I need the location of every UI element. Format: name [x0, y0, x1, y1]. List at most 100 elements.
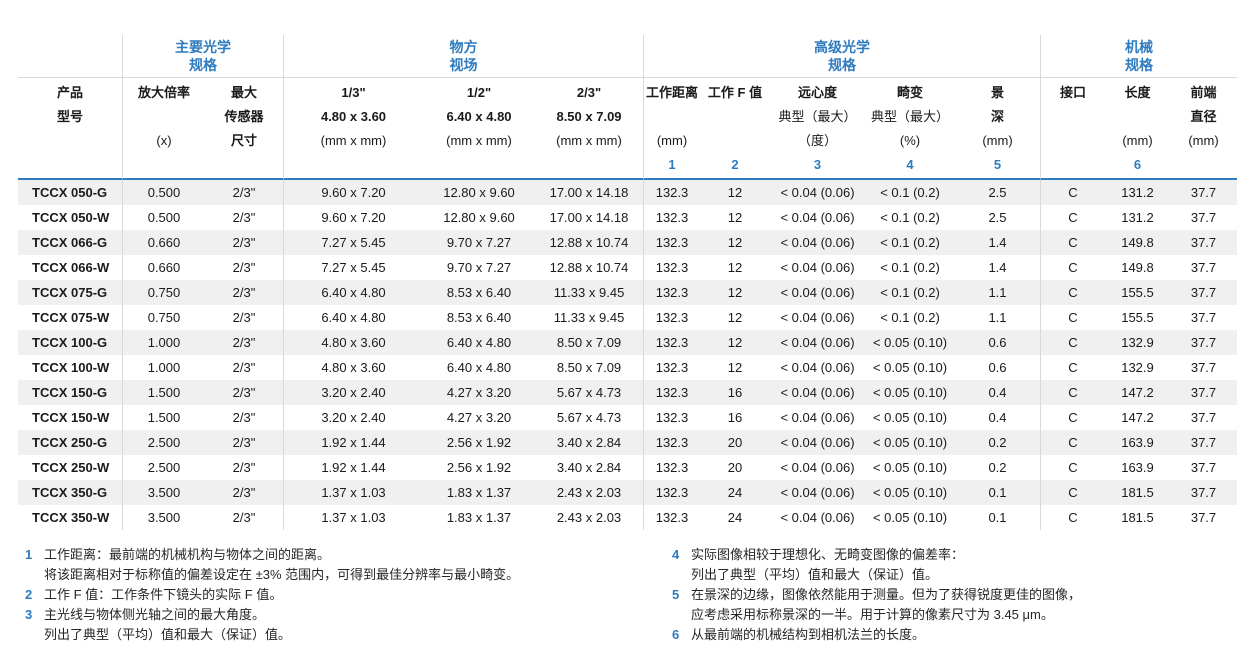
cell-fov-one-half: 8.53 x 6.40 — [423, 305, 535, 330]
header-line — [670, 105, 674, 129]
header-line: (mm) — [982, 129, 1012, 153]
cell-front-diameter: 37.7 — [1170, 430, 1237, 455]
cell-length: 181.5 — [1105, 480, 1170, 505]
cell-mount: C — [1040, 180, 1105, 205]
cell-fov-one-third: 1.92 x 1.44 — [283, 455, 423, 480]
footnote-line: 列出了典型（平均）值和最大（保证）值。 — [44, 625, 291, 645]
group-header-main-optical-specs: 主要光学规格 — [122, 35, 283, 77]
header-line: 深 — [991, 105, 1004, 129]
column-header-depth-of-field: 景深(mm)5 — [955, 77, 1040, 180]
header-line: 放大倍率 — [138, 81, 190, 105]
cell-model: TCCX 250-G — [18, 430, 122, 455]
footnote-text: 实际图像相较于理想化、无畸变图像的偏差率：列出了典型（平均）值和最大（保证）值。 — [691, 545, 964, 585]
header-line: 前端 — [1190, 81, 1216, 105]
cell-mount: C — [1040, 405, 1105, 430]
cell-model: TCCX 350-W — [18, 505, 122, 530]
cell-max-sensor-size: 2/3" — [205, 455, 283, 480]
cell-magnification: 0.660 — [122, 255, 205, 280]
column-header-magnification: 放大倍率 (x) — [122, 77, 205, 180]
cell-length: 132.9 — [1105, 355, 1170, 380]
cell-magnification: 3.500 — [122, 480, 205, 505]
cell-telecentricity: < 0.04 (0.06) — [770, 380, 865, 405]
cell-telecentricity: < 0.04 (0.06) — [770, 505, 865, 530]
footnote-text: 在景深的边缘，图像依然能用于测量。但为了获得锐度更佳的图像，应考虑采用标称景深的… — [691, 585, 1081, 625]
cell-working-distance: 132.3 — [643, 355, 700, 380]
header-line: (%) — [900, 129, 920, 153]
header-line: 接口 — [1060, 81, 1086, 105]
cell-depth-of-field: 0.4 — [955, 405, 1040, 430]
cell-mount: C — [1040, 455, 1105, 480]
group-label-line1: 机械 — [1125, 38, 1153, 56]
column-footnote-ref: 2 — [731, 153, 738, 177]
cell-fov-one-half: 8.53 x 6.40 — [423, 280, 535, 305]
cell-working-f-number: 16 — [700, 380, 770, 405]
cell-telecentricity: < 0.04 (0.06) — [770, 230, 865, 255]
footnote-line: 工作 F 值：工作条件下镜头的实际 F 值。 — [44, 585, 282, 605]
cell-telecentricity: < 0.04 (0.06) — [770, 455, 865, 480]
header-line — [162, 153, 166, 177]
column-header-working-f-number: 工作 F 值 2 — [700, 77, 770, 180]
cell-model: TCCX 075-W — [18, 305, 122, 330]
cell-fov-one-third: 6.40 x 4.80 — [283, 305, 423, 330]
cell-distortion: < 0.05 (0.10) — [865, 405, 955, 430]
cell-depth-of-field: 0.2 — [955, 455, 1040, 480]
header-line — [733, 105, 737, 129]
cell-mount: C — [1040, 305, 1105, 330]
cell-mount: C — [1040, 355, 1105, 380]
cell-depth-of-field: 0.1 — [955, 505, 1040, 530]
header-line — [1071, 105, 1075, 129]
column-header-fov-one-half: 1/2"6.40 x 4.80(mm x mm) — [423, 77, 535, 180]
cell-model: TCCX 350-G — [18, 480, 122, 505]
header-line — [733, 129, 737, 153]
group-header-advanced-optical-specs: 高级光学规格 — [643, 35, 1040, 77]
cell-working-distance: 132.3 — [643, 480, 700, 505]
header-line: 典型（最大） — [778, 105, 856, 129]
header-line: (mm x mm) — [556, 129, 622, 153]
cell-front-diameter: 37.7 — [1170, 455, 1237, 480]
header-line: 景 — [991, 81, 1004, 105]
cell-magnification: 0.660 — [122, 230, 205, 255]
cell-front-diameter: 37.7 — [1170, 180, 1237, 205]
column-footnote-ref: 3 — [814, 153, 821, 177]
header-line — [242, 153, 246, 177]
header-line — [352, 153, 356, 177]
cell-fov-two-thirds: 17.00 x 14.18 — [535, 180, 643, 205]
cell-magnification: 0.500 — [122, 180, 205, 205]
footnote-number: 4 — [672, 545, 691, 565]
header-line: 远心度 — [798, 81, 837, 105]
group-header-object-field-of-view: 物方视场 — [283, 35, 643, 77]
header-line: 直径 — [1190, 105, 1216, 129]
header-line — [1136, 105, 1140, 129]
group-label-line2: 规格 — [828, 56, 856, 74]
cell-fov-one-third: 3.20 x 2.40 — [283, 380, 423, 405]
cell-length: 149.8 — [1105, 255, 1170, 280]
cell-working-f-number: 20 — [700, 455, 770, 480]
cell-length: 155.5 — [1105, 280, 1170, 305]
column-header-front-diameter: 前端直径(mm) — [1170, 77, 1237, 180]
cell-front-diameter: 37.7 — [1170, 280, 1237, 305]
group-label-line1: 主要光学 — [175, 38, 231, 56]
cell-depth-of-field: 1.1 — [955, 305, 1040, 330]
group-label-line1: 物方 — [450, 38, 478, 56]
footnote-6: 6从最前端的机械结构到相机法兰的长度。 — [672, 625, 1081, 645]
cell-working-distance: 132.3 — [643, 255, 700, 280]
cell-max-sensor-size: 2/3" — [205, 355, 283, 380]
cell-working-distance: 132.3 — [643, 405, 700, 430]
cell-telecentricity: < 0.04 (0.06) — [770, 280, 865, 305]
cell-length: 131.2 — [1105, 180, 1170, 205]
cell-front-diameter: 37.7 — [1170, 355, 1237, 380]
footnote-number: 6 — [672, 625, 691, 645]
cell-distortion: < 0.1 (0.2) — [865, 180, 955, 205]
cell-model: TCCX 066-G — [18, 230, 122, 255]
cell-max-sensor-size: 2/3" — [205, 505, 283, 530]
cell-working-distance: 132.3 — [643, 430, 700, 455]
cell-mount: C — [1040, 330, 1105, 355]
cell-length: 132.9 — [1105, 330, 1170, 355]
cell-distortion: < 0.1 (0.2) — [865, 305, 955, 330]
cell-fov-two-thirds: 8.50 x 7.09 — [535, 355, 643, 380]
column-header-working-distance: 工作距离 (mm)1 — [643, 77, 700, 180]
cell-working-f-number: 12 — [700, 305, 770, 330]
cell-fov-two-thirds: 11.33 x 9.45 — [535, 305, 643, 330]
cell-distortion: < 0.1 (0.2) — [865, 280, 955, 305]
cell-front-diameter: 37.7 — [1170, 380, 1237, 405]
